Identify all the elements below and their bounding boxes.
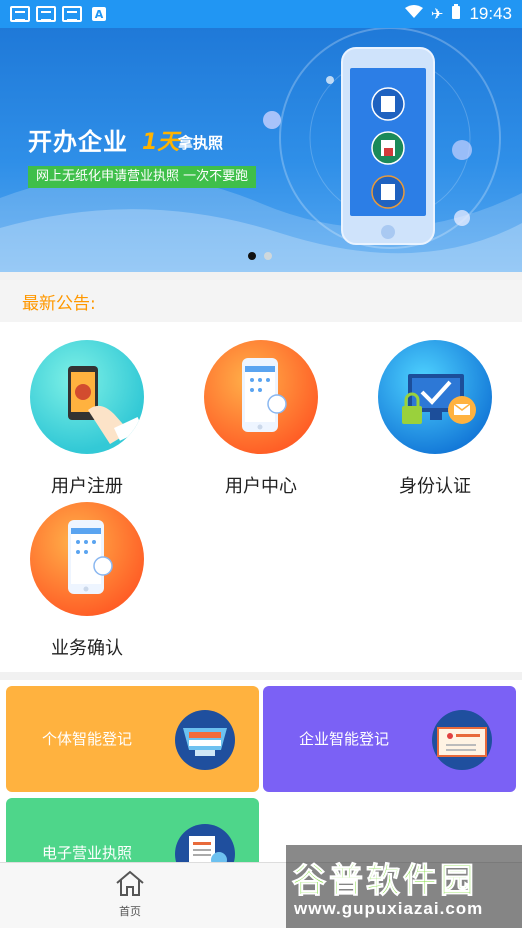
banner-days: 1天 <box>142 130 180 155</box>
watermark-url: www.gupuxiazai.com <box>294 899 484 918</box>
card-label: 个体智能登记 <box>42 730 133 748</box>
wifi-icon <box>404 5 423 23</box>
banner-tagline: 网上无纸化申请营业执照 一次不要跑 <box>28 166 257 188</box>
identity-verify-icon <box>378 340 492 454</box>
airplane-icon: ✈ <box>430 6 444 23</box>
grid-item-identity-verify[interactable]: 身份认证 <box>360 340 510 498</box>
nav-home[interactable]: 首页 <box>100 869 160 919</box>
computer-icon <box>175 710 235 770</box>
app-notification-icon: A <box>92 7 106 21</box>
watermark-logo-text: 谷普软件园 <box>292 861 477 902</box>
nav-home-label: 首页 <box>119 905 141 918</box>
watermark: 谷普软件园 www.gupuxiazai.com <box>286 845 522 928</box>
clock: 19:43 <box>469 4 512 23</box>
grid-item-user-register[interactable]: 用户注册 <box>12 340 162 498</box>
status-bar: A ✈ 19:43 <box>0 0 522 28</box>
home-icon <box>114 870 146 901</box>
notification-icon <box>62 6 82 22</box>
banner-subtitle: 拿执照 <box>178 134 224 152</box>
feature-grid: 用户注册 用户中心 身份认证 业务确认 <box>0 322 522 672</box>
grid-item-user-center[interactable]: 用户中心 <box>186 340 336 498</box>
user-register-icon <box>30 340 144 454</box>
card-individual-registration[interactable]: 个体智能登记 <box>6 686 259 792</box>
business-confirm-icon <box>30 502 144 616</box>
grid-item-label: 用户中心 <box>225 476 297 497</box>
license-certificate-icon <box>432 710 492 770</box>
notification-icon <box>36 6 56 22</box>
grid-item-label: 业务确认 <box>51 638 123 659</box>
card-label: 电子营业执照 <box>42 844 133 862</box>
notification-icons: A <box>10 6 106 22</box>
grid-item-business-confirm[interactable]: 业务确认 <box>12 502 162 660</box>
card-label: 企业智能登记 <box>299 730 390 748</box>
battery-icon <box>451 4 461 24</box>
announcement-label: 最新公告: <box>22 293 96 314</box>
card-enterprise-registration[interactable]: 企业智能登记 <box>263 686 516 792</box>
carousel-indicator[interactable] <box>248 252 272 260</box>
grid-item-label: 身份认证 <box>399 476 471 497</box>
user-center-icon <box>204 340 318 454</box>
carousel-dot-1[interactable] <box>248 252 256 260</box>
phone-illustration <box>341 47 435 245</box>
announcement-bar[interactable]: 最新公告: <box>0 280 522 322</box>
service-cards: 个体智能登记 企业智能登记 电子营业执照 <box>0 680 522 878</box>
promo-banner[interactable]: 开办企业 1天 拿执照 网上无纸化申请营业执照 一次不要跑 <box>0 28 522 272</box>
banner-title: 开办企业 <box>28 128 128 156</box>
notification-icon <box>10 6 30 22</box>
carousel-dot-2[interactable] <box>264 252 272 260</box>
grid-item-label: 用户注册 <box>51 476 123 497</box>
